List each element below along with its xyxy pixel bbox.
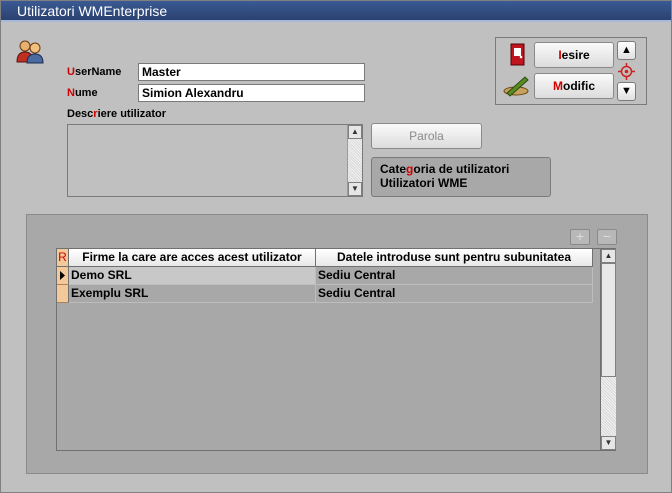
exit-door-icon: [510, 43, 525, 66]
category-box[interactable]: Categoria de utilizatori Utilizatori WME: [371, 157, 551, 197]
description-label-post: iere utilizator: [97, 108, 167, 120]
remove-row-button[interactable]: −: [597, 229, 617, 245]
description-scrollbar[interactable]: ▲ ▼: [347, 125, 362, 196]
scroll-down-icon[interactable]: ▼: [348, 182, 362, 196]
grid-scroll-up-icon[interactable]: ▲: [601, 249, 616, 263]
companies-grid[interactable]: R Firme la care are acces acest utilizat…: [56, 248, 616, 451]
iesire-label: esire: [561, 48, 590, 62]
description-label-pre: Desc: [67, 108, 94, 120]
category-line1-pre: Cate: [380, 162, 407, 176]
scroll-up-icon[interactable]: ▲: [348, 125, 362, 139]
minus-icon: −: [602, 228, 612, 244]
edit-pen-icon: [503, 76, 529, 97]
users-icon: [16, 40, 44, 64]
iesire-button[interactable]: Iesire: [534, 42, 614, 68]
title-stripe: [1, 20, 671, 22]
arrow-up-button[interactable]: ▲: [617, 41, 636, 60]
plus-icon: +: [575, 228, 585, 244]
name-label-text: ume: [74, 87, 98, 99]
row-indicator-current: [57, 267, 69, 285]
description-textarea[interactable]: ▲ ▼: [67, 124, 363, 197]
column-header-firma[interactable]: Firme la care are acces acest utilizator: [69, 249, 316, 267]
category-value: Utilizatori WME: [380, 176, 468, 190]
name-field[interactable]: Simion Alexandru: [138, 84, 365, 102]
column-header-subunitate[interactable]: Datele introduse sunt pentru subunitatea: [316, 249, 593, 267]
parola-button[interactable]: Parola: [371, 123, 482, 149]
modific-label: odific: [563, 79, 595, 93]
arrow-down-button[interactable]: ▼: [617, 82, 636, 101]
add-row-button[interactable]: +: [570, 229, 590, 245]
row-indicator: [57, 285, 69, 303]
description-label: Descriere utilizator: [67, 108, 166, 120]
name-label: Nume: [67, 87, 98, 99]
indicator-header: R: [57, 249, 69, 267]
name-hotkey: N: [67, 87, 75, 99]
category-line1: Categoria de utilizatori: [380, 162, 542, 176]
username-hotkey: U: [67, 66, 75, 78]
title-bar: Utilizatori WMEnterprise: [1, 1, 671, 22]
modific-button[interactable]: Modific: [534, 73, 614, 99]
table-cell-subunitate[interactable]: Sediu Central: [316, 285, 593, 303]
grid-scroll-down-icon[interactable]: ▼: [601, 436, 616, 450]
username-label: UserName: [67, 66, 121, 78]
username-field[interactable]: Master: [138, 63, 365, 81]
table-cell-firma[interactable]: Exemplu SRL: [69, 285, 316, 303]
table-cell-subunitate[interactable]: Sediu Central: [316, 267, 593, 285]
username-label-text: serName: [74, 66, 122, 78]
modific-hotkey: M: [553, 79, 563, 93]
navigate-icon[interactable]: [618, 63, 635, 80]
main-window: Utilizatori WMEnterprise UserName Master…: [0, 0, 672, 493]
window-title: Utilizatori WMEnterprise: [17, 3, 168, 19]
category-line1-post: oria de utilizatori: [413, 162, 510, 176]
grid-scroll-thumb[interactable]: [601, 263, 616, 377]
table-cell-firma[interactable]: Demo SRL: [69, 267, 316, 285]
current-row-arrow-icon: [60, 271, 65, 280]
grid-scrollbar[interactable]: ▲ ▼: [600, 249, 616, 450]
